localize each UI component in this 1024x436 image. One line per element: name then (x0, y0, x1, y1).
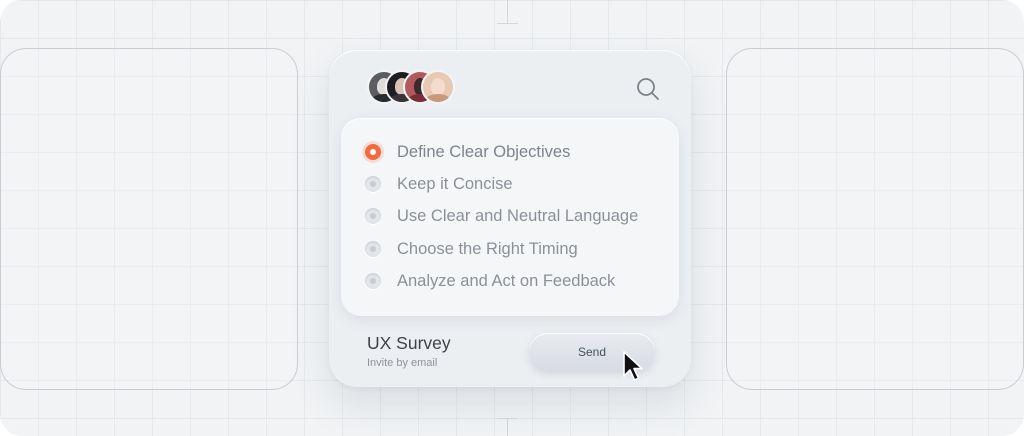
option-label: Use Clear and Neutral Language (397, 206, 639, 225)
radio-icon[interactable] (365, 208, 381, 224)
option-analyze-act-feedback[interactable]: Analyze and Act on Feedback (365, 268, 665, 294)
option-label: Keep it Concise (397, 174, 513, 193)
option-label: Choose the Right Timing (397, 239, 578, 258)
option-define-clear-objectives[interactable]: Define Clear Objectives (365, 139, 665, 165)
option-use-clear-neutral-language[interactable]: Use Clear and Neutral Language (365, 203, 665, 229)
survey-title: UX Survey (367, 333, 451, 353)
background-canvas: Define Clear Objectives Keep it Concise … (0, 0, 1024, 436)
avatar[interactable] (421, 70, 455, 104)
radio-icon[interactable] (365, 176, 381, 192)
options-panel: Define Clear Objectives Keep it Concise … (341, 118, 679, 316)
avatar-group (367, 70, 477, 104)
option-choose-right-timing[interactable]: Choose the Right Timing (365, 236, 665, 262)
radio-icon[interactable] (365, 241, 381, 257)
option-label: Define Clear Objectives (397, 142, 571, 161)
option-label: Analyze and Act on Feedback (397, 271, 616, 290)
option-keep-it-concise[interactable]: Keep it Concise (365, 171, 665, 197)
survey-subtitle: Invite by email (367, 357, 438, 369)
ghost-card-right (726, 48, 1024, 390)
radio-selected-icon[interactable] (365, 144, 381, 160)
radio-icon[interactable] (365, 273, 381, 289)
guide-mark-top (497, 0, 518, 24)
survey-widget: Define Clear Objectives Keep it Concise … (329, 50, 691, 387)
arrow-cursor-icon (622, 350, 648, 384)
search-icon[interactable] (635, 76, 661, 102)
guide-mark-bottom (497, 418, 518, 436)
ghost-card-left (0, 48, 298, 390)
